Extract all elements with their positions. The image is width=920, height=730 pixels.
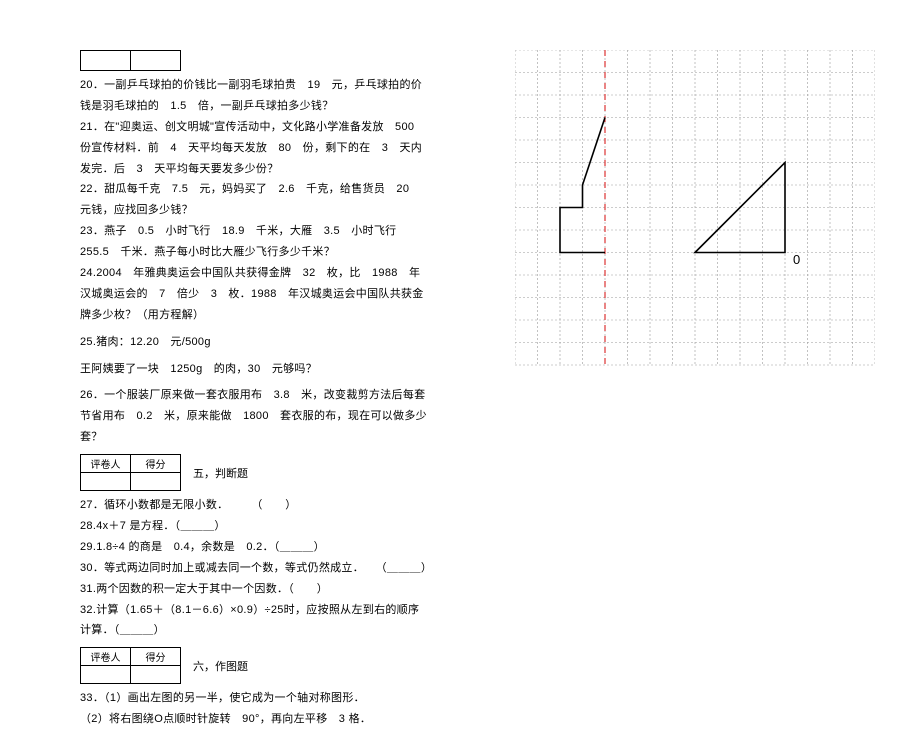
question-27: 27．循环小数都是无限小数． （ ） [80, 495, 430, 516]
question-28: 28.4x＋7 是方程．（＿＿＿） [80, 516, 430, 537]
score-table-5: 评卷人 得分 五，判断题 [80, 454, 430, 491]
question-21: 21．在"迎奥运、创文明城"宣传活动中，文化路小学准备发放 500 份宣传材料．… [80, 117, 430, 180]
question-33a: 33．（1）画出左图的另一半，使它成为一个轴对称图形． [80, 688, 430, 709]
question-26: 26．一个服装厂原来做一套衣服用布 3.8 米，改变裁剪方法后每套节省用布 0.… [80, 385, 430, 448]
question-25-line2: 王阿姨要了一块 1250g 的肉，30 元够吗？ [80, 359, 430, 380]
question-22: 22．甜瓜每千克 7.5 元，妈妈买了 2.6 千克，给售货员 20 元钱，应找… [80, 179, 430, 221]
question-25-line1: 25.猪肉：12.20 元/500g [80, 332, 430, 353]
score-table-6: 评卷人 得分 六，作图题 [80, 647, 430, 684]
question-29: 29.1.8÷4 的商是 0.4，余数是 0.2．（＿＿＿） [80, 537, 430, 558]
question-33b: （2）将右图绕O点顺时针旋转 90°，再向左平移 3 格． [80, 709, 430, 730]
grid-svg-icon: 0 [515, 50, 875, 370]
question-20: 20．一副乒乓球拍的价钱比一副羽毛球拍贵 19 元，乒乓球拍的价钱是羽毛球拍的 … [80, 75, 430, 117]
score-table-5-grader: 评卷人 [81, 455, 131, 473]
question-30: 30．等式两边同时加上或减去同一个数，等式仍然成立． （＿＿＿） [80, 558, 430, 579]
question-31: 31.两个因数的积一定大于其中一个因数．（ ） [80, 579, 430, 600]
grid-figure: 0 [515, 50, 875, 370]
o-point-label: 0 [793, 252, 800, 267]
empty-top-table [80, 50, 181, 71]
question-23: 23．燕子 0.5 小时飞行 18.9 千米，大雁 3.5 小时飞行 255.5… [80, 221, 430, 263]
question-24: 24.2004 年雅典奥运会中国队共获得金牌 32 枚，比 1988 年汉城奥运… [80, 263, 430, 326]
section-5-title: 五，判断题 [193, 465, 248, 481]
score-table-5-score: 得分 [131, 455, 181, 473]
section-6-title: 六，作图题 [193, 658, 248, 674]
question-32: 32.计算（1.65＋（8.1－6.6）×0.9）÷25时，应按照从左到右的顺序… [80, 600, 430, 642]
